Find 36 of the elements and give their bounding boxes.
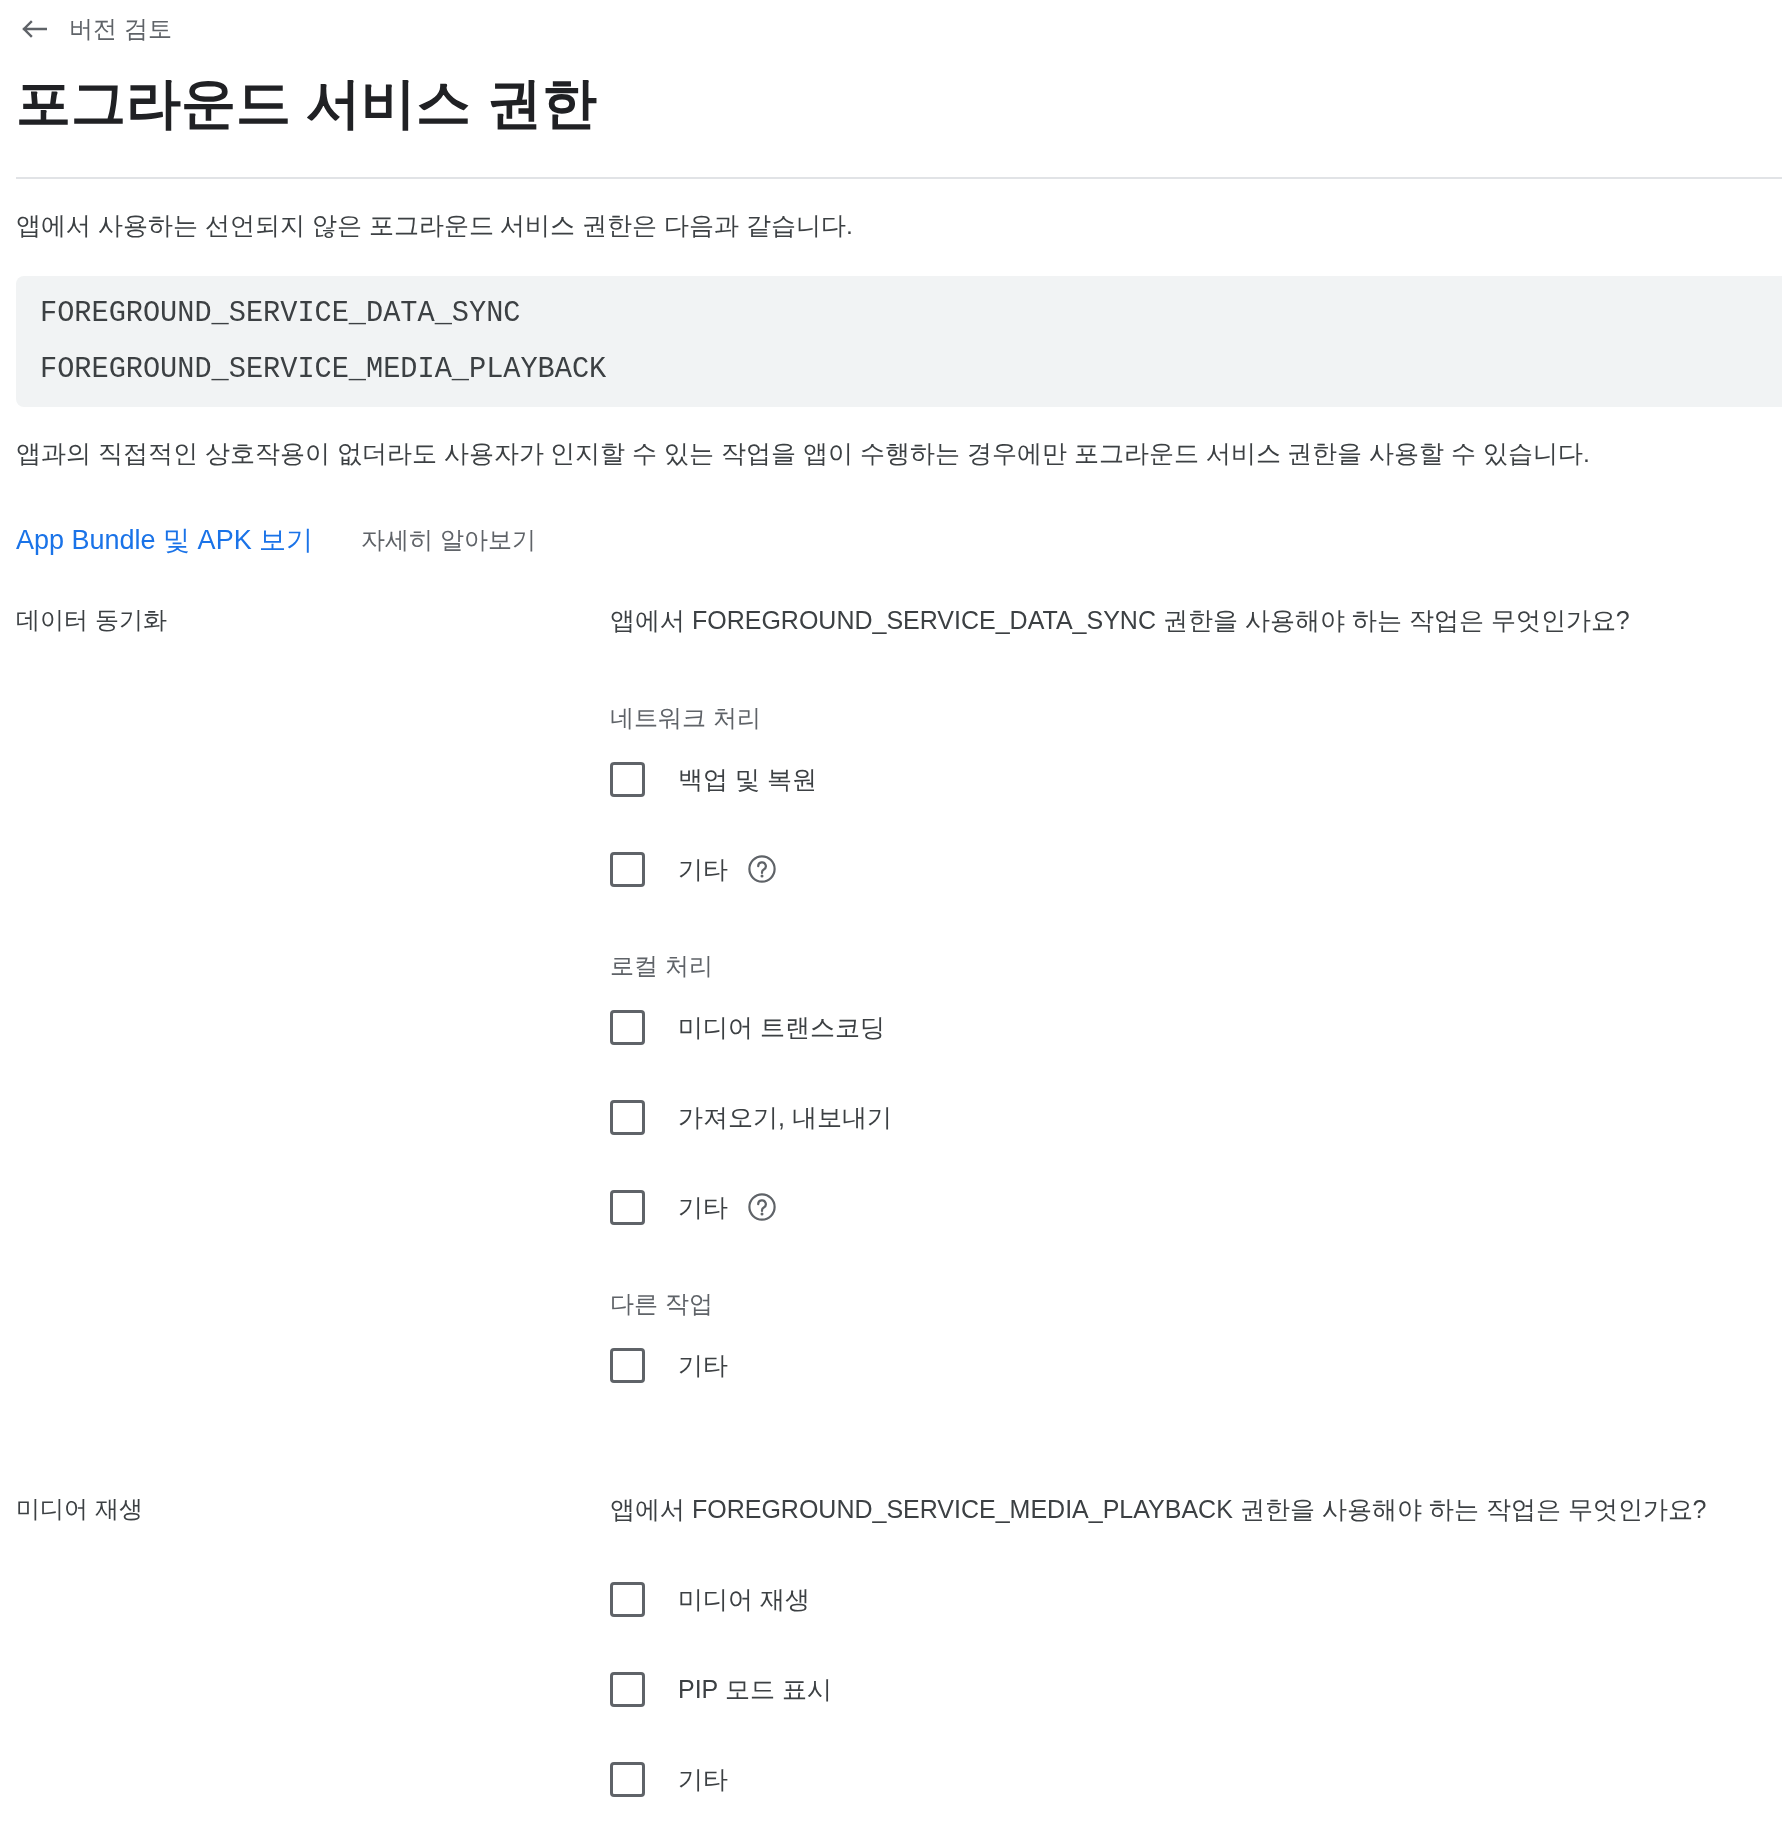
option-label: 기타 xyxy=(678,1350,728,1381)
help-icon[interactable] xyxy=(748,1193,776,1221)
option-label: PIP 모드 표시 xyxy=(678,1674,832,1705)
page-title: 포그라운드 서비스 권한 xyxy=(16,71,598,136)
option-label: 기타 xyxy=(678,1764,728,1795)
help-icon[interactable] xyxy=(748,855,776,883)
checkbox[interactable] xyxy=(610,851,645,887)
question-text: 앱에서 FOREGROUND_SERVICE_MEDIA_PLAYBACK 권한을 사용해야 하는 작업은 무엇인가요? xyxy=(610,1494,1707,1525)
back-arrow-icon xyxy=(21,20,47,38)
option-label: 백업 및 복원 xyxy=(678,764,817,795)
permission-name: FOREGROUND_SERVICE_DATA_SYNC xyxy=(40,296,521,332)
group-heading: 네트워크 처리 xyxy=(610,703,761,733)
section-label: 데이터 동기화 xyxy=(16,605,167,635)
option-label: 기타 xyxy=(678,854,728,885)
link[interactable]: App Bundle 및 APK 보기 xyxy=(16,522,314,558)
section-label: 미디어 재생 xyxy=(16,1494,143,1524)
checkbox[interactable] xyxy=(610,1189,645,1225)
link[interactable]: 자세히 알아보기 xyxy=(361,522,536,558)
checkbox[interactable] xyxy=(610,761,645,797)
checkbox[interactable] xyxy=(610,1099,645,1135)
question-text: 앱에서 FOREGROUND_SERVICE_DATA_SYNC 권한을 사용해야 하는 작업은 무엇인가요? xyxy=(610,605,1630,636)
checkbox[interactable] xyxy=(610,1347,645,1383)
checkbox[interactable] xyxy=(610,1671,645,1707)
intro-text: 앱에서 사용하는 선언되지 않은 포그라운드 서비스 권한은 다음과 같습니다. xyxy=(16,211,854,241)
permission-name: FOREGROUND_SERVICE_MEDIA_PLAYBACK xyxy=(40,352,607,388)
option-label: 미디어 트랜스코딩 xyxy=(678,1012,885,1043)
group-heading: 로컬 처리 xyxy=(610,951,713,981)
option-label: 기타 xyxy=(678,1192,728,1223)
group-heading: 다른 작업 xyxy=(610,1289,713,1319)
option-label: 미디어 재생 xyxy=(678,1584,810,1615)
back-link[interactable]: 버전 검토 xyxy=(16,11,172,47)
checkbox[interactable] xyxy=(610,1581,645,1617)
checkbox[interactable] xyxy=(610,1761,645,1797)
option-label: 가져오기, 내보내기 xyxy=(678,1102,892,1133)
note-text: 앱과의 직접적인 상호작용이 없더라도 사용자가 인지할 수 있는 작업을 앱이 수행하는 경우에만 포그라운드 서비스 권한을 사용할 수 있습니다. xyxy=(16,439,1591,469)
checkbox[interactable] xyxy=(610,1009,645,1045)
